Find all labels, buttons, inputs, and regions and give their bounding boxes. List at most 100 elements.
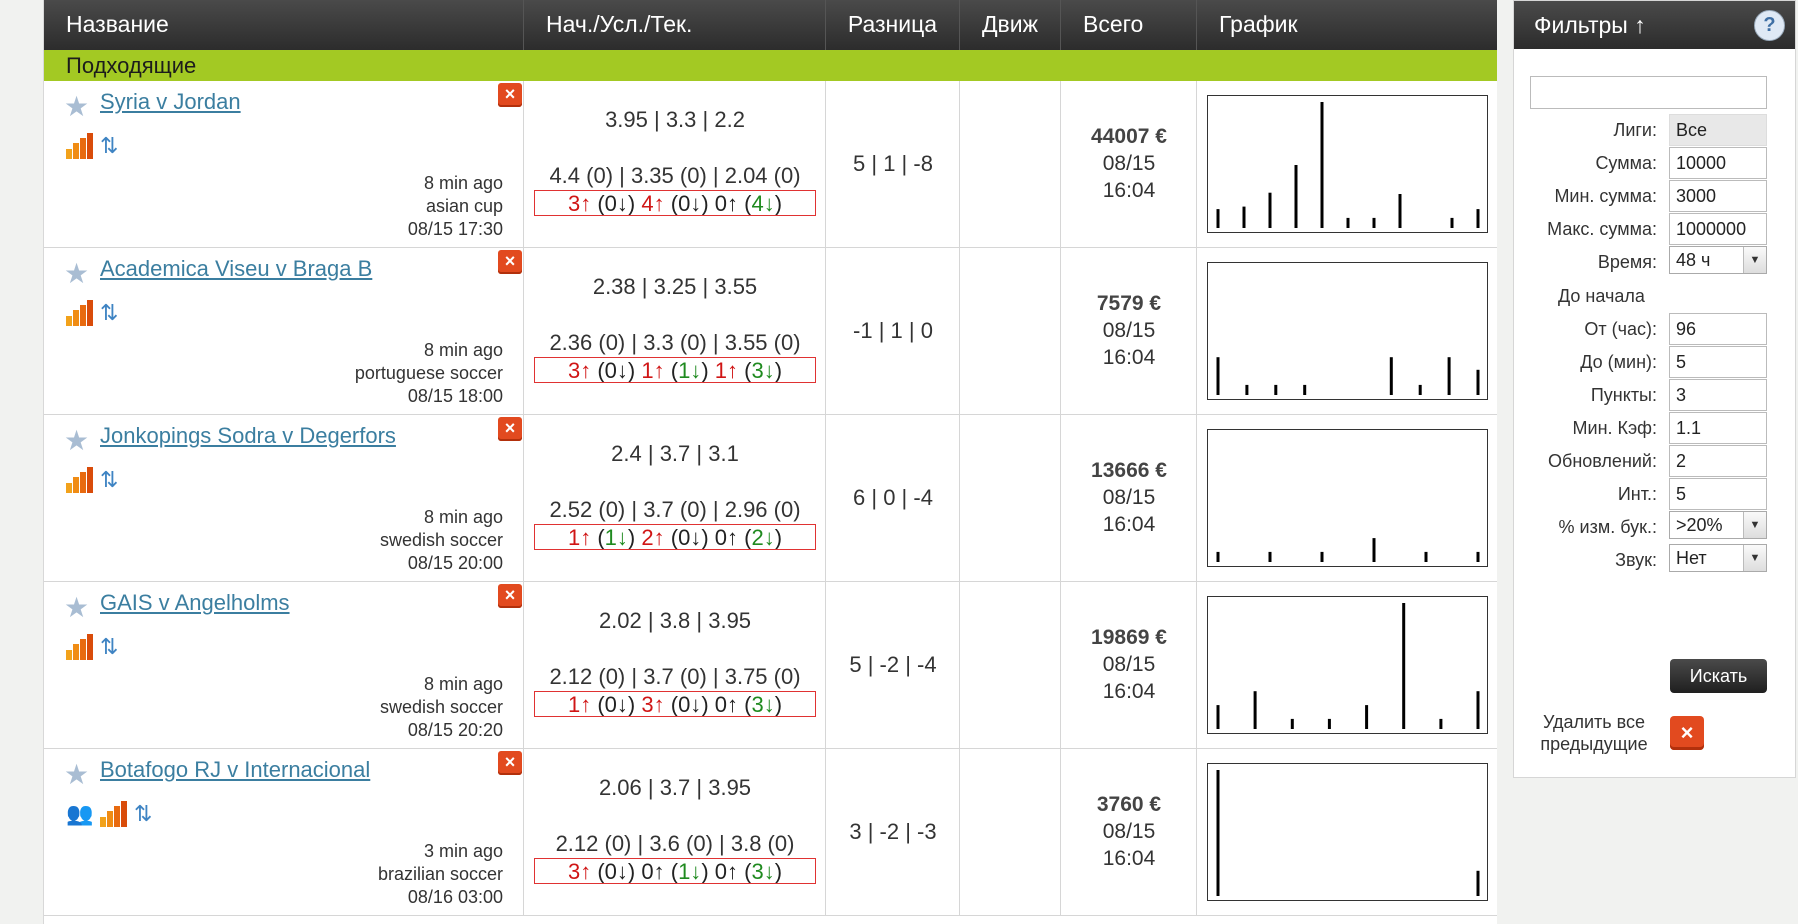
match-link[interactable]: Jonkopings Sodra v Degerfors: [100, 423, 396, 449]
total-date: 08/15: [1102, 820, 1156, 843]
chart-bar: [1303, 384, 1307, 395]
odds-change-token: (: [738, 692, 752, 717]
filter-label: Время:: [1597, 252, 1657, 273]
filter-input[interactable]: 3: [1669, 378, 1767, 411]
chart-bar: [1327, 718, 1331, 729]
match-link[interactable]: Academica Viseu v Braga B: [100, 256, 372, 282]
delete-all-button[interactable]: ×: [1670, 716, 1704, 750]
odds-change-token: ): [701, 191, 715, 216]
odds-change-token: 3↑: [567, 358, 592, 383]
filter-input[interactable]: 1000000: [1669, 213, 1767, 246]
filter-input[interactable]: 1.1: [1669, 411, 1767, 444]
odds-change-token: (: [664, 859, 679, 884]
chevron-down-icon[interactable]: ▼: [1743, 247, 1766, 274]
favorite-star-icon[interactable]: ★: [64, 761, 89, 789]
volume-chart-svg: [1216, 102, 1480, 228]
remove-row-button[interactable]: ×: [498, 250, 522, 274]
filter-select[interactable]: 48 ч ▼: [1669, 246, 1767, 275]
move-cell: [960, 248, 1061, 415]
odds-changes: 1↑ (1↓) 2↑ (0↓) 0↑ (2↓): [534, 524, 816, 550]
match-link[interactable]: Botafogo RJ v Internacional: [100, 757, 370, 783]
chart-bar: [1268, 551, 1272, 562]
remove-row-button[interactable]: ×: [498, 83, 522, 107]
odds-movement-icon[interactable]: ⇅: [134, 801, 162, 827]
chart-bar: [1450, 217, 1454, 228]
name-cell: ★ Botafogo RJ v Internacional × 👥 ⇅ 3 min ago…: [44, 749, 524, 916]
odds-changes: 1↑ (0↓) 3↑ (0↓) 0↑ (3↓): [534, 691, 816, 717]
filter-row: До начала: [1514, 280, 1797, 312]
match-link[interactable]: Syria v Jordan: [100, 89, 241, 115]
odds-change-token: ): [701, 859, 715, 884]
diff-value: 6 | 0 | -4: [853, 485, 933, 510]
filter-input[interactable]: 3000: [1669, 180, 1767, 213]
favorite-star-icon[interactable]: ★: [64, 93, 89, 121]
odds-movement-icon[interactable]: ⇅: [100, 133, 128, 159]
header-total[interactable]: Всего: [1061, 0, 1197, 50]
move-cell: [960, 415, 1061, 582]
stats-bar-icon[interactable]: [66, 300, 94, 326]
header-move[interactable]: Движ: [960, 0, 1061, 50]
stats-bar-icon[interactable]: [66, 467, 94, 493]
match-meta: 8 min ago swedish soccer 08/15 20:00: [380, 506, 503, 575]
match-link[interactable]: GAIS v Angelholms: [100, 590, 290, 616]
total-block: 3760 € 08/15 16:04: [1061, 791, 1197, 872]
filter-input[interactable]: 5: [1669, 345, 1767, 378]
chart-bar: [1245, 384, 1249, 395]
favorite-star-icon[interactable]: ★: [64, 260, 89, 288]
odds-change-token: (: [591, 525, 605, 550]
stats-bar-icon[interactable]: [100, 801, 128, 827]
chevron-down-icon[interactable]: ▼: [1743, 545, 1766, 572]
header-name[interactable]: Название: [44, 0, 524, 50]
odds-change-token: 1↓: [604, 525, 628, 550]
filter-label: Обновлений:: [1548, 451, 1657, 471]
header-odds[interactable]: Нач./Усл./Тек.: [524, 0, 826, 50]
search-button[interactable]: Искать: [1670, 659, 1767, 693]
header-diff[interactable]: Разница: [826, 0, 960, 50]
remove-row-button[interactable]: ×: [498, 751, 522, 775]
filter-select[interactable]: Нет ▼: [1669, 544, 1767, 573]
odds-change-token: 1↑: [641, 358, 665, 383]
chevron-down-icon[interactable]: ▼: [1743, 512, 1766, 539]
odds-change-token: 0↑: [714, 525, 739, 550]
help-icon[interactable]: ?: [1754, 10, 1785, 41]
favorite-star-icon[interactable]: ★: [64, 427, 89, 455]
chart-bar: [1398, 194, 1402, 228]
name-cell: ★ Academica Viseu v Braga B × ⇅ 8 min ago por…: [44, 248, 524, 415]
chart-bar: [1476, 369, 1480, 395]
filter-input[interactable]: Все: [1669, 114, 1767, 146]
odds-change-token: (: [591, 692, 605, 717]
stats-bar-icon[interactable]: [66, 133, 94, 159]
table-rows: ★ Syria v Jordan × ⇅ 8 min ago asian cup 08/15…: [44, 81, 1497, 916]
odds-change-token: ): [701, 358, 715, 383]
filter-select-value: 48 ч: [1676, 250, 1711, 271]
filter-select[interactable]: >20% ▼: [1669, 511, 1767, 540]
chart-bar: [1372, 217, 1376, 228]
odds-movement-icon[interactable]: ⇅: [100, 634, 128, 660]
filter-input[interactable]: 2: [1669, 445, 1767, 477]
odds-changes: 3↑ (0↓) 4↑ (0↓) 0↑ (4↓): [534, 190, 816, 216]
odds-current: 2.52 (0) | 3.7 (0) | 2.96 (0): [549, 497, 801, 522]
name-cell: ★ Syria v Jordan × ⇅ 8 min ago asian cup 08/15…: [44, 81, 524, 248]
odds-change-token: 0↑: [714, 692, 739, 717]
filters-title[interactable]: Фильтры ↑: [1534, 12, 1646, 38]
favorite-star-icon[interactable]: ★: [64, 594, 89, 622]
remove-row-button[interactable]: ×: [498, 584, 522, 608]
stats-bar-icon[interactable]: [66, 634, 94, 660]
match-meta: 8 min ago swedish soccer 08/15 20:20: [380, 673, 503, 742]
total-time: 16:04: [1102, 513, 1156, 536]
filter-input[interactable]: 10000: [1669, 147, 1767, 180]
odds-movement-icon[interactable]: ⇅: [100, 467, 128, 493]
filter-input[interactable]: 96: [1669, 312, 1767, 345]
filter-input[interactable]: 5: [1669, 478, 1767, 511]
filter-search-input[interactable]: [1530, 76, 1767, 109]
odds-initial: 2.06 | 3.7 | 3.95: [598, 775, 752, 800]
odds-change-token: 0↑: [641, 859, 665, 884]
filters-header[interactable]: Фильтры ↑ ?: [1514, 1, 1795, 49]
users-icon[interactable]: 👥: [66, 801, 94, 827]
remove-row-button[interactable]: ×: [498, 417, 522, 441]
odds-movement-icon[interactable]: ⇅: [100, 300, 128, 326]
chart-bar: [1216, 705, 1220, 729]
diff-cell: 6 | 0 | -4: [826, 415, 960, 582]
odds-current: 4.4 (0) | 3.35 (0) | 2.04 (0): [549, 163, 801, 188]
row-icons: ⇅: [66, 634, 128, 660]
